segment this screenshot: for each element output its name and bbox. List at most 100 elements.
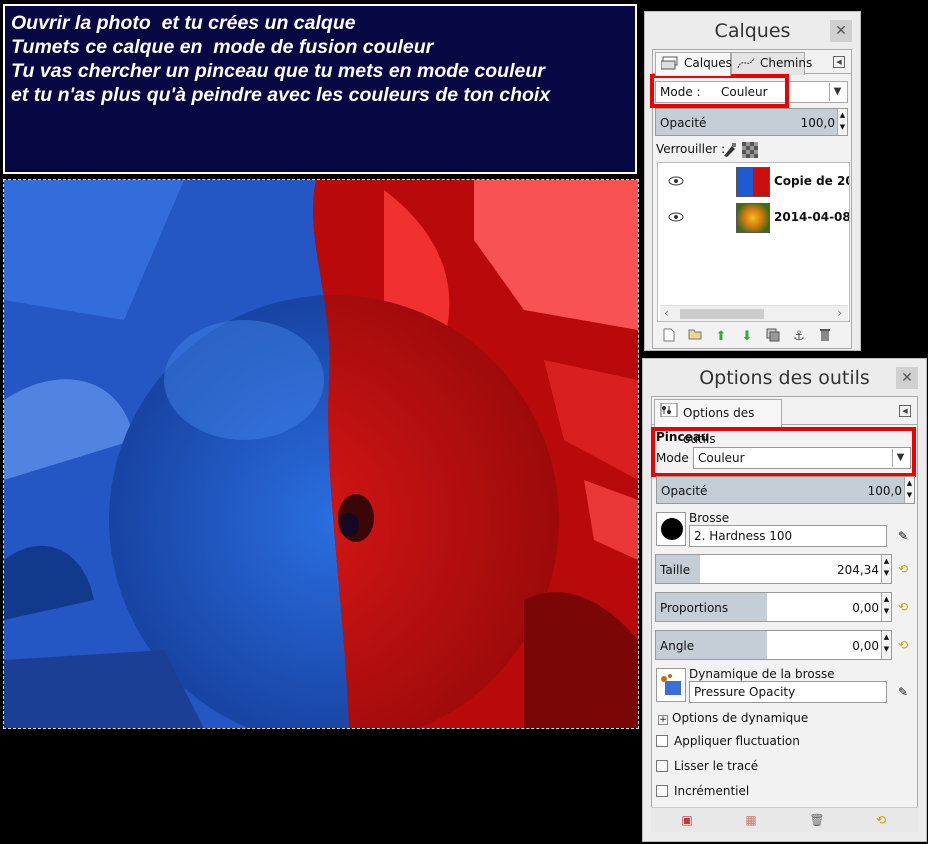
brush-name-value: 2. Hardness 100: [694, 529, 793, 543]
checkbox[interactable]: [656, 760, 668, 772]
instruction-line: et tu n'as plus qu'à peindre avec les co…: [11, 84, 551, 106]
brush-preview: [661, 518, 683, 540]
instruction-line: Tumets ce calque en mode de fusion coule…: [11, 36, 434, 58]
tab-menu-icon[interactable]: ◀: [899, 405, 911, 417]
brush-name-field[interactable]: 2. Hardness 100: [689, 525, 887, 547]
close-icon[interactable]: ✕: [830, 20, 852, 42]
tool-options-tabs: Options des outils ◀: [652, 397, 917, 446]
tab-chemins[interactable]: Chemins: [731, 52, 812, 75]
image-canvas[interactable]: [3, 179, 639, 729]
layers-icon: [661, 56, 678, 70]
restore-options-icon[interactable]: ▦: [743, 812, 759, 828]
dynamics-icon: [661, 674, 681, 695]
layer-thumbnail: [736, 203, 770, 233]
tool-options-title-text: Options des outils: [699, 367, 870, 389]
tool-opacity-value: 100,0: [867, 484, 902, 498]
layer-row[interactable]: 2014-04-08_1: [660, 200, 849, 236]
dynamics-options-label: Options de dynamique: [672, 711, 809, 725]
checkbox-row[interactable]: Appliquer fluctuation: [656, 734, 800, 748]
delete-options-icon[interactable]: 🗑: [809, 812, 825, 828]
close-icon[interactable]: ✕: [896, 367, 918, 389]
size-spin-arrows[interactable]: ▲ ▼: [881, 555, 891, 583]
brush-label: Brosse: [689, 511, 730, 525]
eye-icon[interactable]: [668, 212, 684, 222]
instruction-line: Tu vas chercher un pinceau que tu mets e…: [11, 60, 545, 82]
opacity-spin-arrows[interactable]: ▲ ▼: [904, 477, 914, 503]
layer-row[interactable]: Copie de 2014: [660, 164, 849, 200]
edit-brush-icon[interactable]: ✎: [895, 528, 911, 544]
dynamics-preview-button[interactable]: [656, 668, 686, 702]
checkbox-row[interactable]: Incrémentiel: [656, 784, 749, 798]
layers-opacity-value: 100,0: [800, 116, 835, 130]
instruction-text-box: Ouvrir la photo et tu crées un calque Tum…: [3, 4, 637, 174]
reset-ratio-icon[interactable]: ⟲: [895, 599, 911, 615]
instruction-line: Ouvrir la photo et tu crées un calque: [11, 12, 356, 34]
painted-apple-image: [4, 180, 638, 728]
layers-opacity-label: Opacité: [660, 116, 707, 130]
ratio-field[interactable]: Proportions 0,00 ▲ ▼: [655, 592, 892, 622]
raise-layer-icon[interactable]: ⬆: [708, 328, 734, 346]
checkbox[interactable]: [656, 785, 668, 797]
duplicate-layer-icon[interactable]: [760, 328, 786, 346]
lock-alpha-icon[interactable]: [742, 142, 758, 158]
scroll-thumb[interactable]: [680, 309, 764, 319]
layers-footer-toolbar: ⬆ ⬇ ⚓: [656, 328, 838, 346]
layers-opacity-field[interactable]: Opacité 100,0 ▲ ▼: [655, 108, 848, 136]
tab-calques-label: Calques: [684, 56, 732, 70]
brush-preview-button[interactable]: [656, 512, 686, 546]
new-group-icon[interactable]: [682, 328, 708, 346]
tab-tool-options[interactable]: Options des outils: [654, 399, 782, 446]
dynamics-options-expander[interactable]: + Options de dynamique: [658, 711, 808, 725]
tool-opacity-field[interactable]: Opacité 100,0 ▲ ▼: [656, 476, 915, 504]
checkbox-label: Incrémentiel: [674, 784, 750, 798]
tool-options-title: Options des outils ✕: [643, 359, 926, 397]
dynamics-name-value: Pressure Opacity: [694, 685, 796, 699]
angle-label: Angle: [660, 639, 695, 653]
angle-spin-arrows[interactable]: ▲ ▼: [881, 631, 891, 659]
scroll-right-icon[interactable]: ›: [837, 306, 842, 320]
dynamics-label: Dynamique de la brosse: [689, 667, 835, 681]
edit-dynamics-icon[interactable]: ✎: [895, 684, 911, 700]
layers-title-text: Calques: [714, 20, 791, 42]
checkbox-row[interactable]: Lisser le tracé: [656, 759, 758, 773]
eye-icon[interactable]: [668, 176, 684, 186]
tab-menu-icon[interactable]: ◀: [833, 56, 845, 68]
lower-layer-icon[interactable]: ⬇: [734, 328, 760, 346]
layer-thumbnail: [736, 167, 770, 197]
lock-pixels-icon[interactable]: [722, 142, 738, 158]
expand-icon[interactable]: +: [658, 715, 668, 725]
layer-name[interactable]: 2014-04-08_1: [774, 210, 849, 224]
layers-hscrollbar[interactable]: ‹ ›: [660, 305, 848, 321]
ratio-label: Proportions: [660, 601, 729, 615]
save-options-icon[interactable]: ▣: [679, 812, 695, 828]
scroll-left-icon[interactable]: ‹: [664, 306, 669, 320]
reset-size-icon[interactable]: ⟲: [895, 561, 911, 577]
lock-label: Verrouiller :: [656, 142, 726, 156]
ratio-spin-arrows[interactable]: ▲ ▼: [881, 593, 891, 621]
tab-chemins-label: Chemins: [760, 56, 813, 70]
layers-panel-title: Calques ✕: [645, 12, 860, 50]
layer-name[interactable]: Copie de 2014: [774, 174, 849, 188]
size-field[interactable]: Taille 204,34 ▲ ▼: [655, 554, 892, 584]
tool-options-footer: ▣ ▦ 🗑 ⟲: [651, 807, 918, 832]
tool-options-icon: [660, 403, 678, 417]
anchor-icon[interactable]: ⚓: [786, 328, 812, 346]
reset-options-icon[interactable]: ⟲: [873, 812, 889, 828]
paths-icon: [737, 57, 755, 69]
chevron-down-icon[interactable]: ▼: [829, 83, 845, 101]
opacity-spin-arrows[interactable]: ▲ ▼: [837, 109, 847, 135]
ratio-value: 0,00: [852, 601, 879, 615]
layers-tabs: Calques Chemins ◀: [653, 50, 851, 76]
dynamics-name-field[interactable]: Pressure Opacity: [689, 681, 887, 703]
size-value: 204,34: [837, 563, 879, 577]
size-label: Taille: [660, 563, 691, 577]
checkbox-label: Appliquer fluctuation: [674, 734, 800, 748]
checkbox[interactable]: [656, 735, 668, 747]
reset-angle-icon[interactable]: ⟲: [895, 637, 911, 653]
angle-field[interactable]: Angle 0,00 ▲ ▼: [655, 630, 892, 660]
tab-calques[interactable]: Calques: [655, 52, 732, 76]
highlight-box: [650, 74, 789, 108]
angle-value: 0,00: [852, 639, 879, 653]
new-layer-icon[interactable]: [656, 328, 682, 346]
delete-icon[interactable]: [812, 328, 838, 346]
